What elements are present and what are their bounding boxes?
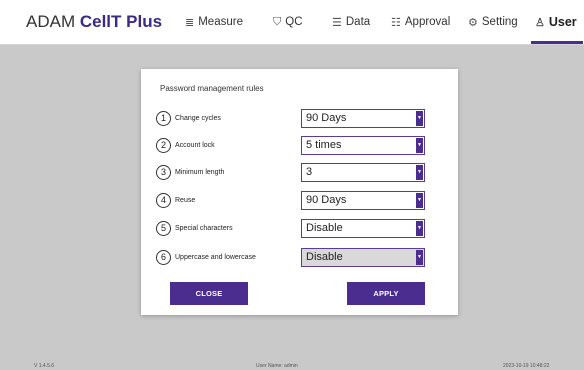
nav-setting[interactable]: ⚙ Setting [468, 0, 518, 44]
chevron-down-icon: ▼ [416, 250, 423, 265]
select-value: Disable [306, 251, 343, 263]
version-label: V 1.4.5.6 [34, 363, 55, 369]
reuse-select[interactable]: 90 Days ▼ [301, 191, 425, 210]
select-value: 3 [306, 166, 313, 178]
nav-user[interactable]: ♙ User [531, 0, 583, 44]
approval-list-icon: ☷ [391, 16, 401, 29]
nav-approval[interactable]: ☷ Approval [391, 0, 450, 44]
nav-approval-label: Approval [404, 16, 451, 28]
rule-row-minimum-length: 3 Minimum length 3 ▼ [156, 163, 446, 185]
select-value: 90 Days [306, 112, 347, 124]
close-button[interactable]: CLOSE [170, 282, 248, 305]
rule-row-uppercase-lowercase: 6 Uppercase and lowercase Disable ▼ [156, 248, 446, 270]
brand-prefix: ADAM [26, 12, 80, 31]
nav-qc[interactable]: ⛉ QC [273, 0, 303, 44]
rule-row-account-lock: 2 Account lock 5 times ▼ [156, 136, 446, 158]
rule-number-badge: 1 [156, 111, 171, 126]
select-value: 5 times [306, 139, 342, 151]
app-logo: ADAM CellT Plus [26, 12, 162, 32]
rule-label: Account lock [175, 142, 215, 149]
nav-measure[interactable]: ≣ Measure [185, 0, 243, 44]
brand-name: CellT Plus [79, 12, 163, 31]
minimum-length-select[interactable]: 3 ▼ [301, 163, 425, 182]
select-value: 90 Days [306, 194, 347, 206]
nav-measure-label: Measure [198, 16, 243, 28]
rule-row-change-cycles: 1 Change cycles 90 Days ▼ [156, 109, 446, 131]
rule-label: Special characters [175, 225, 233, 232]
nav-setting-label: Setting [481, 16, 518, 28]
datetime-label: 2023-10-19 10:48:22 [503, 363, 550, 369]
user-icon: ♙ [535, 16, 545, 29]
shield-check-icon: ⛉ [273, 15, 282, 28]
rule-number-badge: 6 [156, 250, 171, 265]
rule-row-special-characters: 5 Special characters Disable ▼ [156, 219, 446, 241]
chevron-down-icon: ▼ [416, 193, 423, 208]
apply-button[interactable]: APPLY [347, 282, 425, 305]
nav-data-label: Data [345, 16, 371, 28]
special-characters-select[interactable]: Disable ▼ [301, 219, 425, 238]
list-icon: ≣ [185, 16, 195, 29]
rule-number-badge: 3 [156, 165, 171, 180]
chevron-down-icon: ▼ [416, 221, 423, 236]
rule-number-badge: 4 [156, 193, 171, 208]
rule-label: Reuse [175, 197, 196, 204]
rule-label: Minimum length [175, 169, 225, 176]
rule-label: Uppercase and lowercase [175, 254, 256, 261]
list-icon: ☰ [332, 16, 342, 29]
nav-data[interactable]: ☰ Data [332, 0, 370, 44]
dialog-title: Password management rules [160, 84, 264, 93]
rule-number-badge: 5 [156, 221, 171, 236]
gear-icon: ⚙ [468, 16, 478, 29]
nav-user-label: User [548, 15, 577, 29]
top-nav-bar: ADAM CellT Plus ≣ Measure ⛉ QC ☰ Data ☷ … [0, 0, 584, 45]
rule-row-reuse: 4 Reuse 90 Days ▼ [156, 191, 446, 213]
chevron-down-icon: ▼ [416, 111, 423, 126]
user-name-label: User Name: admin [256, 363, 298, 369]
rule-label: Change cycles [175, 115, 221, 122]
account-lock-select[interactable]: 5 times ▼ [301, 136, 425, 155]
nav-qc-label: QC [285, 16, 303, 28]
password-rules-dialog: Password management rules 1 Change cycle… [141, 69, 458, 315]
chevron-down-icon: ▼ [416, 138, 423, 153]
chevron-down-icon: ▼ [416, 165, 423, 180]
uppercase-lowercase-select[interactable]: Disable ▼ [301, 248, 425, 267]
rule-number-badge: 2 [156, 138, 171, 153]
change-cycles-select[interactable]: 90 Days ▼ [301, 109, 425, 128]
select-value: Disable [306, 222, 343, 234]
